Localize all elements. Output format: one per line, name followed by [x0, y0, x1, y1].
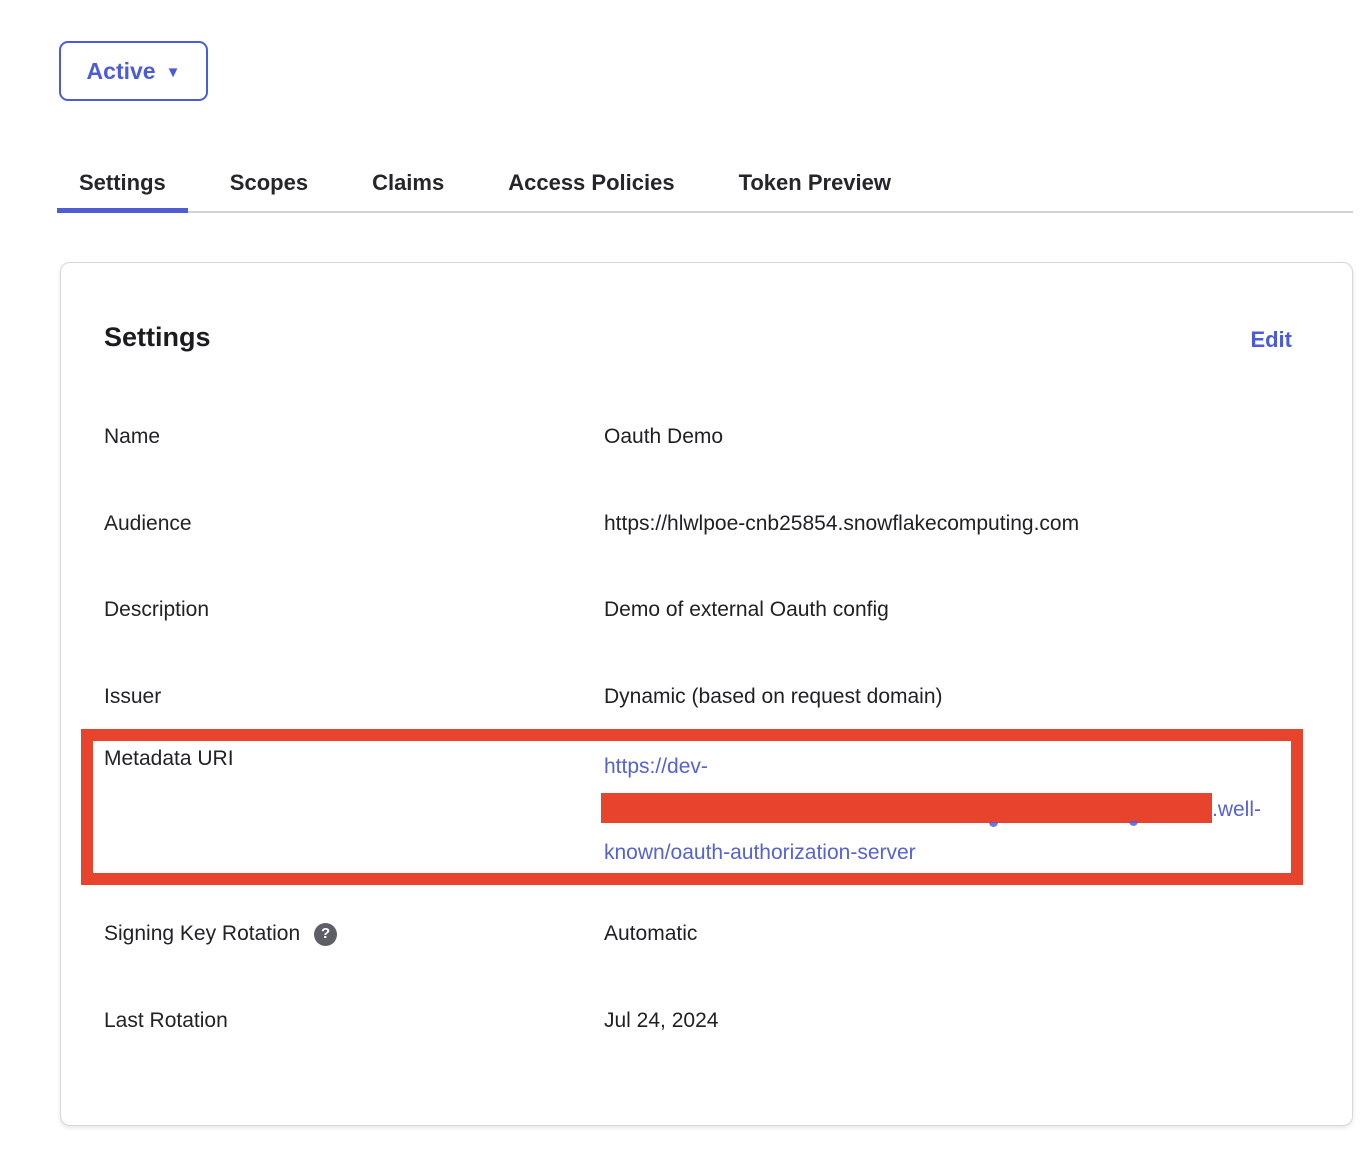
- status-label: Active: [87, 58, 156, 85]
- metadata-uri-link[interactable]: https://dev- .well- known/oauth-authoriz…: [604, 745, 1261, 874]
- metadata-uri-line3: known/oauth-authorization-server: [604, 841, 916, 864]
- redaction-bar: [601, 793, 1212, 823]
- field-value: Oauth Demo: [604, 423, 723, 451]
- tab-label: Token Preview: [739, 170, 891, 196]
- tab-scopes[interactable]: Scopes: [208, 158, 330, 213]
- field-label: Signing Key Rotation ?: [104, 920, 604, 948]
- field-row-description: Description Demo of external Oauth confi…: [104, 596, 1309, 624]
- tab-label: Scopes: [230, 170, 308, 196]
- edit-button[interactable]: Edit: [1250, 327, 1292, 353]
- active-status-dropdown[interactable]: Active ▼: [59, 41, 208, 101]
- field-label: Audience: [104, 510, 604, 538]
- field-value: Automatic: [604, 920, 697, 948]
- tab-bar: Settings Scopes Claims Access Policies T…: [57, 158, 1353, 213]
- field-label: Description: [104, 596, 604, 624]
- settings-card: Settings Edit Name Oauth Demo Audience h…: [60, 262, 1353, 1126]
- tab-token-preview[interactable]: Token Preview: [717, 158, 913, 213]
- field-value: Dynamic (based on request domain): [604, 683, 943, 711]
- tab-label: Access Policies: [508, 170, 674, 196]
- field-row-last-rotation: Last Rotation Jul 24, 2024: [104, 1007, 1309, 1035]
- field-row-signing-key-rotation: Signing Key Rotation ? Automatic: [104, 920, 1309, 948]
- tab-claims[interactable]: Claims: [350, 158, 466, 213]
- field-label: Name: [104, 423, 604, 451]
- field-label: Issuer: [104, 683, 604, 711]
- card-title: Settings: [104, 322, 211, 353]
- metadata-uri-line1: https://dev-: [604, 755, 708, 778]
- tab-label: Settings: [79, 170, 166, 196]
- field-row-issuer: Issuer Dynamic (based on request domain): [104, 683, 1309, 711]
- field-value: https://dev- .well- known/oauth-authoriz…: [604, 745, 1261, 874]
- field-row-name: Name Oauth Demo: [104, 423, 1309, 451]
- field-row-audience: Audience https://hlwlpoe-cnb25854.snowfl…: [104, 510, 1309, 538]
- field-label: Last Rotation: [104, 1007, 604, 1035]
- field-value: Demo of external Oauth config: [604, 596, 889, 624]
- chevron-down-icon: ▼: [166, 64, 181, 81]
- tabs-nav: Settings Scopes Claims Access Policies T…: [57, 158, 1353, 213]
- metadata-uri-line2-suffix: .well-: [1212, 798, 1261, 821]
- field-row-metadata-uri: Metadata URI https://dev- .well- known/o…: [104, 745, 1309, 874]
- field-value: Jul 24, 2024: [604, 1007, 718, 1035]
- field-label-text: Signing Key Rotation: [104, 920, 300, 948]
- help-icon[interactable]: ?: [314, 923, 337, 946]
- field-value: https://hlwlpoe-cnb25854.snowflakecomput…: [604, 510, 1079, 538]
- field-label: Metadata URI: [104, 745, 604, 773]
- tab-settings[interactable]: Settings: [57, 158, 188, 213]
- tab-access-policies[interactable]: Access Policies: [486, 158, 696, 213]
- tab-label: Claims: [372, 170, 444, 196]
